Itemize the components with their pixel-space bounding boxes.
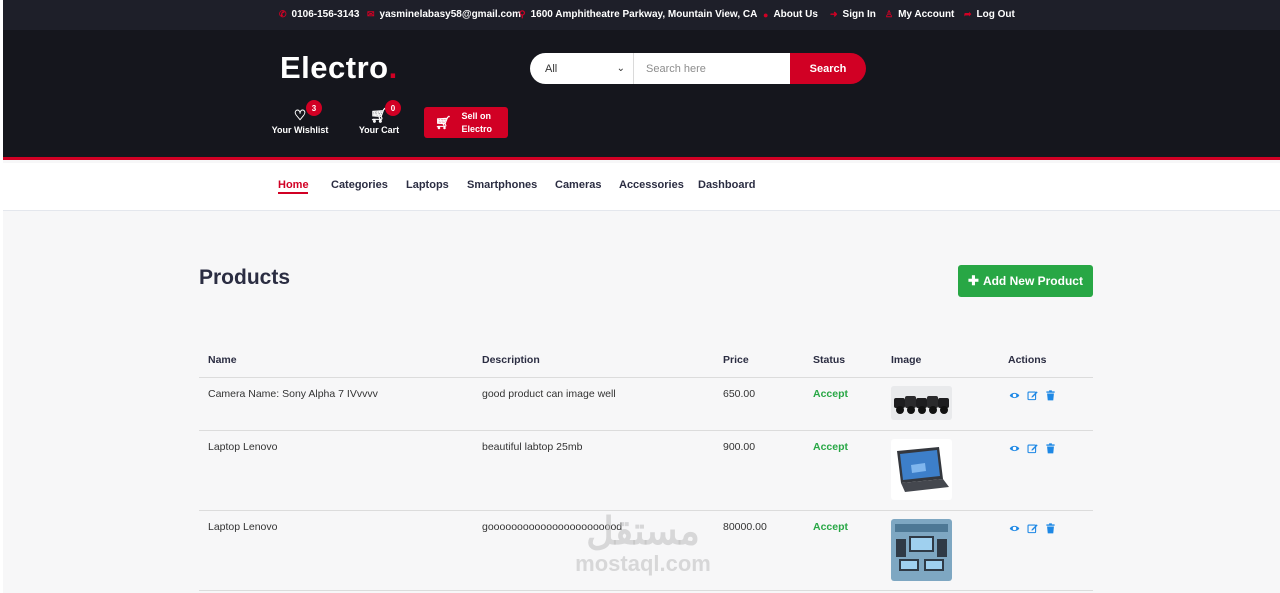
column-header-actions: Actions <box>1008 354 1047 366</box>
product-name: Laptop Lenovo <box>208 521 278 533</box>
nav-item-dashboard[interactable]: Dashboard <box>698 179 755 191</box>
email-text: yasminelabasy58@gmail.com <box>379 9 522 20</box>
product-image-devices <box>891 519 952 581</box>
address-text: 1600 Amphitheatre Parkway, Mountain View… <box>530 9 758 20</box>
logo-dot: . <box>388 50 398 85</box>
watermark-latin: mostaql.com <box>575 551 711 576</box>
column-header-image: Image <box>891 354 922 366</box>
my-account-link[interactable]: ♙ My Account <box>885 9 954 20</box>
cart-widget[interactable]: 🛒︎ 0 Your Cart <box>355 100 403 135</box>
column-header-name: Name <box>208 354 237 366</box>
page: ✆ 0106-156-3143 ✉ yasminelabasy58@gmail.… <box>3 0 1280 593</box>
product-image-cameras <box>891 386 952 420</box>
envelope-icon: ✉ <box>367 9 375 19</box>
add-new-product-button[interactable]: ✚ Add New Product <box>958 265 1093 297</box>
cart-icon: 🛒︎ <box>435 115 452 130</box>
sell-on-electro-button[interactable]: 🛒︎ Sell on Electro <box>424 107 508 138</box>
info-icon: ● <box>763 9 769 20</box>
sell-label-line1: Sell on <box>461 110 492 121</box>
search-input[interactable] <box>634 53 790 84</box>
edit-icon[interactable] <box>1026 389 1038 401</box>
edit-icon[interactable] <box>1026 522 1038 534</box>
nav-item-cameras[interactable]: Cameras <box>555 179 601 191</box>
product-price: 650.00 <box>723 388 756 400</box>
sell-label-line2: Electro <box>461 123 493 134</box>
table-divider <box>199 590 1093 591</box>
about-us-link[interactable]: ● About Us <box>763 9 818 20</box>
nav-item-home[interactable]: Home <box>278 179 309 191</box>
top-utility-bar: ✆ 0106-156-3143 ✉ yasminelabasy58@gmail.… <box>3 0 1280 30</box>
product-name: Camera Name: Sony Alpha 7 IVvvvv <box>208 388 378 400</box>
nav-item-smartphones[interactable]: Smartphones <box>467 179 537 191</box>
delete-trash-icon[interactable] <box>1044 389 1056 401</box>
wishlist-count-badge: 3 <box>306 100 322 116</box>
sell-label: Sell on Electro <box>462 110 493 136</box>
phone-info[interactable]: ✆ 0106-156-3143 <box>279 9 359 20</box>
nav-item-categories[interactable]: Categories <box>331 179 388 191</box>
row-actions <box>1008 442 1056 454</box>
about-us-label: About Us <box>773 9 818 20</box>
product-image-laptop <box>891 439 952 500</box>
delete-trash-icon[interactable] <box>1044 522 1056 534</box>
address-info: ⚲ 1600 Amphitheatre Parkway, Mountain Vi… <box>519 9 757 20</box>
table-divider <box>199 430 1093 431</box>
column-header-status: Status <box>813 354 846 366</box>
phone-text: 0106-156-3143 <box>291 9 360 20</box>
status-badge: Accept <box>813 521 849 533</box>
site-logo[interactable]: Electro. <box>280 50 398 86</box>
wishlist-widget[interactable]: ♡ 3 Your Wishlist <box>269 100 331 135</box>
nav-item-accessories[interactable]: Accessories <box>619 179 684 191</box>
log-out-icon: ➦ <box>964 9 972 19</box>
nav-item-laptops[interactable]: Laptops <box>406 179 449 191</box>
log-out-label: Log Out <box>976 9 1015 20</box>
wishlist-label: Your Wishlist <box>271 125 329 135</box>
product-description: gooooooooooooooooooooood <box>482 521 623 533</box>
category-select-value: All <box>545 62 558 75</box>
product-description: beautiful labtop 25mb <box>482 441 583 453</box>
sign-in-link[interactable]: ➜ Sign In <box>830 9 876 20</box>
row-actions <box>1008 522 1056 534</box>
nav-active-underline <box>278 192 308 194</box>
phone-icon: ✆ <box>279 9 287 19</box>
view-eye-icon[interactable] <box>1008 522 1020 534</box>
column-header-price: Price <box>723 354 749 366</box>
cart-count-badge: 0 <box>385 100 401 116</box>
logo-text: Electro <box>280 50 389 85</box>
delete-trash-icon[interactable] <box>1044 442 1056 454</box>
page-title: Products <box>199 266 291 289</box>
main-header: Electro. All ⌄ Search ♡ 3 Your Wishlist … <box>3 30 1280 160</box>
product-price: 80000.00 <box>723 521 767 533</box>
status-badge: Accept <box>813 388 849 400</box>
column-header-description: Description <box>482 354 540 366</box>
row-actions <box>1008 389 1056 401</box>
my-account-label: My Account <box>898 9 955 20</box>
plus-icon: ✚ <box>968 273 979 288</box>
view-eye-icon[interactable] <box>1008 389 1020 401</box>
status-badge: Accept <box>813 441 849 453</box>
product-description: good product can image well <box>482 388 616 400</box>
log-out-link[interactable]: ➦ Log Out <box>964 9 1015 20</box>
cart-label: Your Cart <box>358 125 400 135</box>
chevron-down-icon: ⌄ <box>616 63 625 74</box>
map-marker-icon: ⚲ <box>519 9 526 19</box>
email-info[interactable]: ✉ yasminelabasy58@gmail.com <box>367 9 521 20</box>
search-button[interactable]: Search <box>790 53 866 84</box>
sign-in-icon: ➜ <box>830 9 838 19</box>
product-name: Laptop Lenovo <box>208 441 278 453</box>
table-divider <box>199 510 1093 511</box>
product-price: 900.00 <box>723 441 756 453</box>
sign-in-label: Sign In <box>842 9 876 20</box>
view-eye-icon[interactable] <box>1008 442 1020 454</box>
user-icon: ♙ <box>885 9 894 19</box>
add-new-product-label: Add New Product <box>982 274 1083 288</box>
search-form: All ⌄ Search <box>530 53 866 84</box>
edit-icon[interactable] <box>1026 442 1038 454</box>
category-select[interactable]: All ⌄ <box>530 53 634 84</box>
main-nav: Home Categories Laptops Smartphones Came… <box>3 163 1280 211</box>
table-divider <box>199 377 1093 378</box>
